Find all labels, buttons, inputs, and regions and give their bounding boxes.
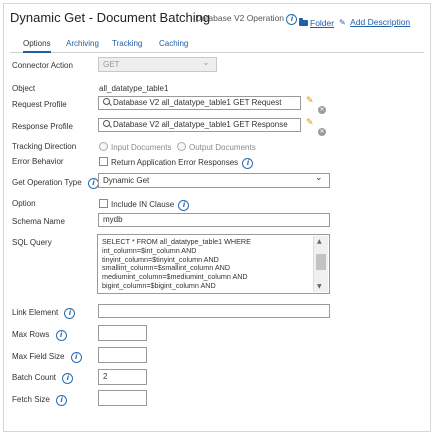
sql-query-text: SELECT * FROM all_datatype_table1 WHERE … (102, 237, 251, 290)
request-profile-value: Database V2 all_datatype_table1 GET Requ… (113, 98, 282, 107)
batch-count-value: 2 (103, 372, 108, 381)
object-label: Object (12, 84, 36, 93)
radio-input-documents[interactable]: Input Documents (99, 142, 171, 152)
info-icon[interactable]: i (64, 308, 76, 319)
response-profile-label: Response Profile (12, 122, 73, 131)
max-field-size-text: Max Field Size (12, 352, 65, 361)
tab-bar: Options Archiving Tracking Caching (10, 36, 424, 53)
connector-action-value: GET (103, 60, 120, 69)
clear-request-profile-icon[interactable]: ✕ (318, 106, 326, 114)
option-label: Option (12, 199, 36, 208)
radio-circle (177, 142, 186, 151)
batch-count-text: Batch Count (12, 373, 57, 382)
info-icon[interactable]: i (55, 330, 67, 341)
search-icon (103, 120, 110, 127)
get-operation-type-select[interactable]: Dynamic Get (98, 173, 330, 188)
add-description-link[interactable]: ✎ Add Description (339, 12, 410, 30)
clear-response-profile-icon[interactable]: ✕ (318, 128, 326, 136)
edit-request-profile-pencil-icon[interactable]: ✎ (306, 96, 314, 106)
get-operation-type-value: Dynamic Get (103, 176, 150, 185)
error-behavior-label: Error Behavior (12, 157, 64, 166)
checkbox-square (99, 199, 108, 208)
chevron-down-icon: ⌄ (202, 58, 210, 68)
folder-icon (299, 18, 308, 26)
max-field-size-input[interactable] (98, 347, 147, 363)
request-profile-label: Request Profile (12, 100, 67, 109)
fetch-size-label: Fetch Size i (12, 395, 68, 406)
page-title: Dynamic Get - Document Batching (10, 10, 211, 25)
edit-response-profile-pencil-icon[interactable]: ✎ (306, 118, 314, 128)
folder-link-label: Folder (310, 18, 335, 28)
max-field-size-label: Max Field Size i (12, 352, 82, 363)
info-icon[interactable]: i (70, 352, 82, 363)
request-profile-field[interactable]: Database V2 all_datatype_table1 GET Requ… (98, 96, 301, 110)
response-profile-field[interactable]: Database V2 all_datatype_table1 GET Resp… (98, 118, 301, 132)
fetch-size-input[interactable] (98, 390, 147, 406)
info-icon[interactable]: i (62, 373, 74, 384)
include-in-clause-label: Include IN Clause (111, 200, 175, 209)
scrollbar[interactable]: ▲ ▼ (313, 236, 328, 292)
batch-count-label: Batch Count i (12, 373, 74, 384)
max-rows-input[interactable] (98, 325, 147, 341)
error-behavior-checkbox[interactable]: Return Application Error Responses i (99, 157, 254, 169)
fetch-size-text: Fetch Size (12, 395, 50, 404)
chevron-down-icon: ⌄ (315, 173, 323, 183)
checkbox-square (99, 157, 108, 166)
folder-link[interactable]: Folder (299, 13, 334, 31)
subtitle-text: - Database V2 Operation (190, 13, 285, 23)
add-description-label: Add Description (350, 17, 411, 27)
link-element-label: Link Element i (12, 308, 76, 319)
info-icon[interactable]: i (242, 158, 254, 169)
scroll-thumb[interactable] (316, 254, 326, 270)
error-behavior-checkbox-label: Return Application Error Responses (111, 158, 239, 167)
connector-action-label: Connector Action (12, 61, 73, 70)
get-operation-type-text: Get Operation Type (12, 178, 82, 187)
scroll-up-arrow-icon[interactable]: ▲ (317, 238, 322, 245)
tab-caching[interactable]: Caching (159, 39, 188, 48)
radio-output-label: Output Documents (189, 143, 256, 152)
schema-name-input[interactable]: mydb (98, 213, 330, 227)
info-icon[interactable]: i (178, 200, 190, 211)
search-icon (103, 98, 110, 105)
scroll-down-arrow-icon[interactable]: ▼ (317, 283, 322, 290)
tracking-direction-label: Tracking Direction (12, 142, 77, 151)
radio-output-documents[interactable]: Output Documents (177, 142, 256, 152)
object-value: all_datatype_table1 (99, 84, 169, 93)
get-operation-type-label: Get Operation Type i (12, 178, 99, 189)
batch-count-input[interactable]: 2 (98, 369, 147, 385)
sql-query-label: SQL Query (12, 238, 52, 247)
link-element-text: Link Element (12, 308, 59, 317)
include-in-clause-checkbox[interactable]: Include IN Clause i (99, 199, 190, 211)
response-profile-value: Database V2 all_datatype_table1 GET Resp… (113, 120, 288, 129)
page-subtitle: - Database V2 Operation i (190, 13, 298, 25)
info-icon[interactable]: i (286, 14, 298, 25)
tab-tracking[interactable]: Tracking (112, 39, 142, 48)
pencil-icon: ✎ (339, 18, 346, 27)
radio-circle (99, 142, 108, 151)
schema-name-value: mydb (103, 215, 123, 224)
tab-options[interactable]: Options (23, 39, 51, 53)
max-rows-text: Max Rows (12, 330, 50, 339)
info-icon[interactable]: i (56, 395, 68, 406)
radio-input-label: Input Documents (111, 143, 172, 152)
max-rows-label: Max Rows i (12, 330, 67, 341)
connector-action-select: GET (98, 57, 217, 72)
link-element-input[interactable] (98, 304, 330, 318)
schema-name-label: Schema Name (12, 217, 65, 226)
sql-query-textarea[interactable]: SELECT * FROM all_datatype_table1 WHERE … (97, 234, 330, 294)
tab-archiving[interactable]: Archiving (66, 39, 99, 48)
